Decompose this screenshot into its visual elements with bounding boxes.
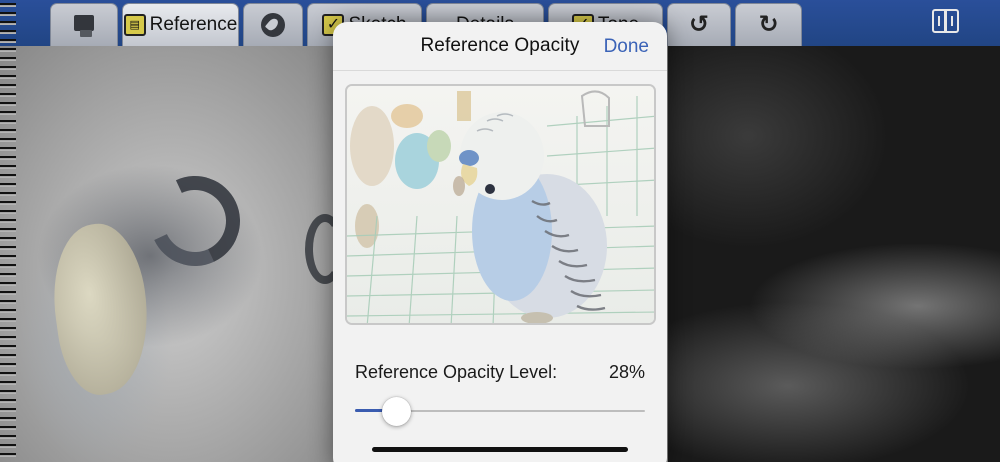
cage-background (347, 86, 654, 323)
reference-opacity-popover: Reference Opacity Done Reference Opacity… (333, 22, 667, 462)
tab-layers[interactable] (50, 3, 118, 46)
opacity-level-row: Reference Opacity Level: 28% (355, 362, 645, 383)
undo-button[interactable]: ↺ (667, 3, 731, 46)
sketch-feathers (668, 46, 1000, 462)
layers-icon (73, 14, 95, 37)
spiral-binding (0, 0, 16, 462)
redo-icon: ↻ (758, 11, 779, 38)
popover-header: Reference Opacity Done (333, 22, 667, 71)
opacity-slider[interactable] (355, 397, 645, 426)
tab-reference-label: Reference (149, 14, 238, 35)
opacity-level-label: Reference Opacity Level: (355, 362, 558, 382)
tab-brush[interactable] (243, 3, 303, 46)
brush-icon (261, 13, 285, 37)
tab-reference[interactable]: ▤ Reference (122, 3, 239, 46)
ruler-checkbox-icon: ▤ (123, 14, 146, 36)
popover-title: Reference Opacity (420, 35, 580, 56)
redo-button[interactable]: ↻ (735, 3, 802, 46)
opacity-level-value: 28% (608, 362, 645, 382)
undo-icon: ↺ (688, 11, 710, 38)
home-indicator (372, 447, 628, 452)
reference-preview-image (345, 84, 656, 325)
sketch-beak (43, 218, 159, 400)
done-button[interactable]: Done (604, 36, 649, 58)
sketch-eye (137, 163, 253, 279)
slider-thumb[interactable] (382, 397, 411, 426)
book-icon[interactable] (932, 9, 959, 33)
